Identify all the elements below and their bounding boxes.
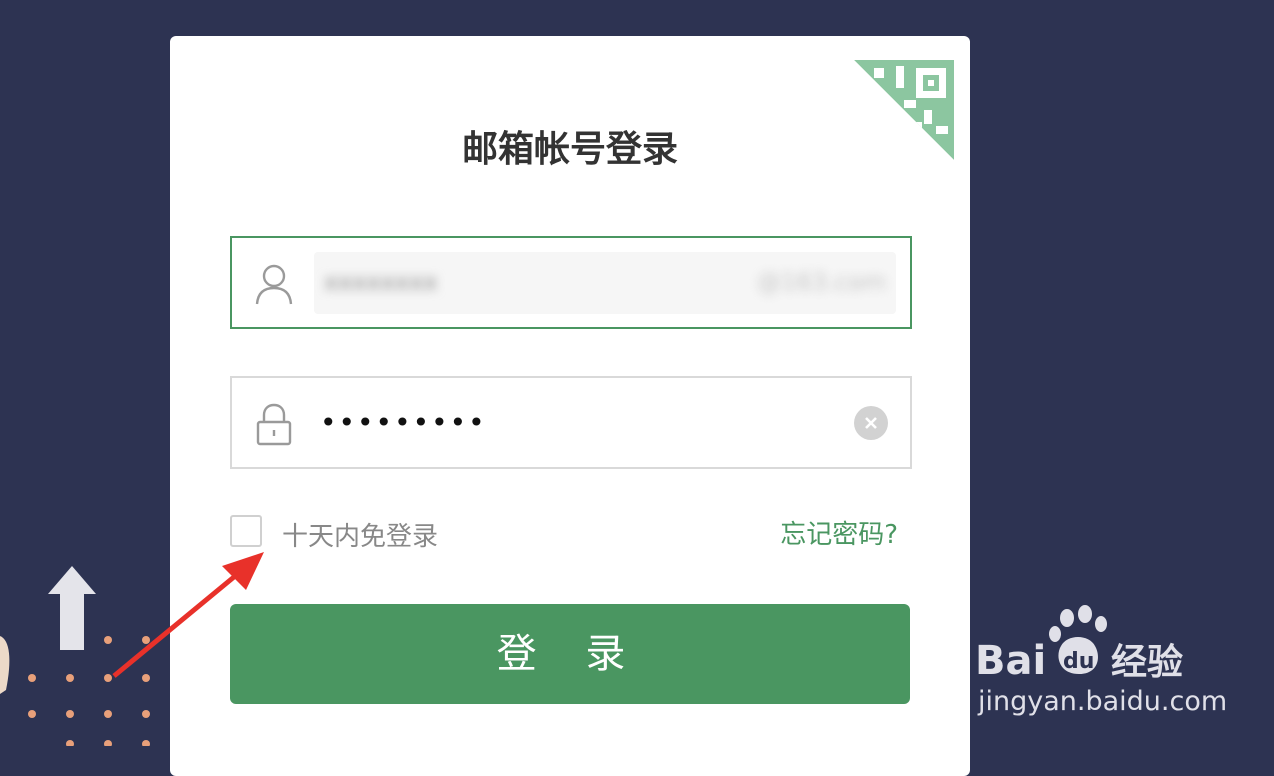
svg-text:Bai: Bai	[975, 638, 1046, 682]
login-card: 邮箱帐号登录 xxxxxxxx @163.com ••••••••• 十天内免登…	[170, 36, 970, 776]
watermark-url: jingyan.baidu.com	[978, 686, 1228, 717]
remember-checkbox[interactable]	[230, 515, 262, 547]
username-domain: @163.com	[757, 268, 886, 296]
clear-icon[interactable]	[854, 406, 888, 440]
forgot-password-link[interactable]: 忘记密码?	[780, 514, 898, 551]
decorative-shape	[0, 636, 10, 694]
svg-text:经验: 经验	[1111, 642, 1183, 682]
username-value[interactable]: xxxxxxxx @163.com	[314, 252, 896, 314]
login-button[interactable]: 登 录	[230, 604, 910, 704]
page-title: 邮箱帐号登录	[461, 129, 678, 170]
svg-text:du: du	[1063, 649, 1094, 674]
baidu-logo: Bai du 经验	[975, 605, 1183, 682]
remember-label[interactable]: 十天内免登录	[282, 516, 438, 553]
lock-icon	[256, 403, 292, 446]
decorative-dots	[28, 636, 150, 746]
arrow-up-icon	[48, 566, 96, 650]
username-text: xxxxxxxx	[324, 268, 438, 296]
email-field[interactable]: xxxxxxxx @163.com	[230, 236, 912, 329]
user-icon	[255, 264, 293, 305]
password-field[interactable]: •••••••••	[230, 376, 912, 469]
password-value: •••••••••	[320, 406, 487, 439]
